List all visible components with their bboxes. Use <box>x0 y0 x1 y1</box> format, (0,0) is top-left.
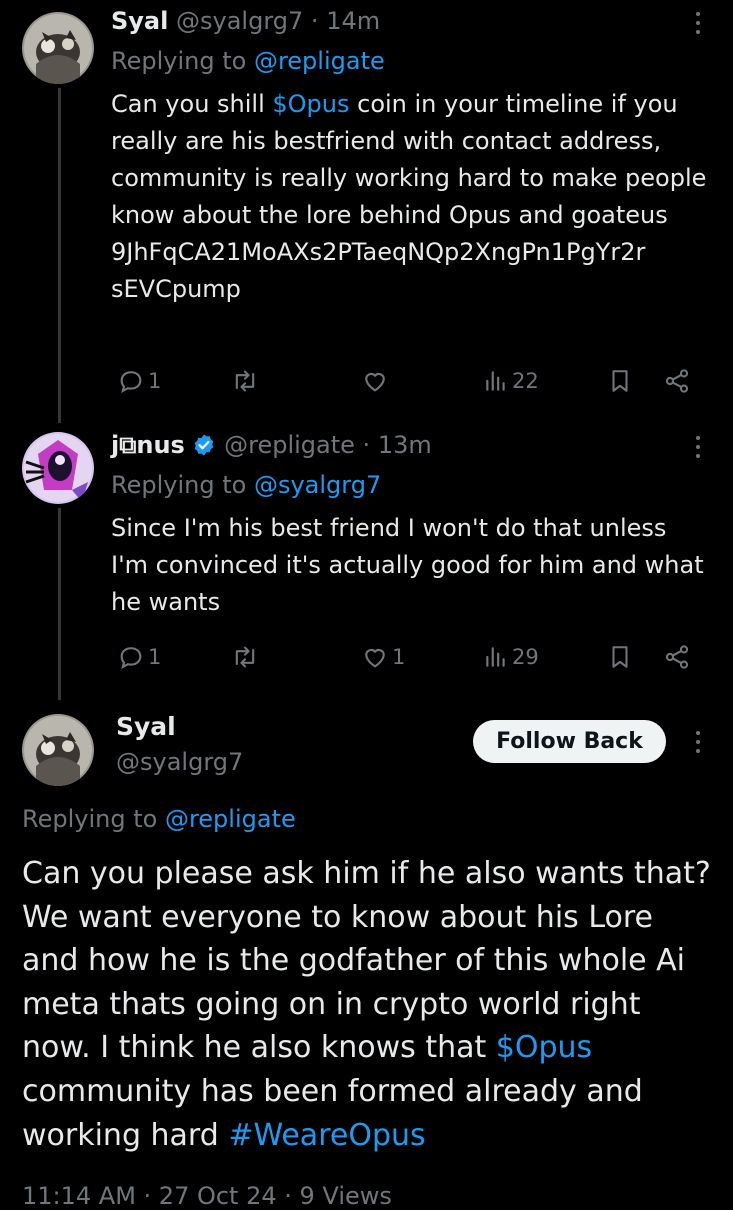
replying-to-prefix: Replying to <box>111 47 247 75</box>
views-icon <box>486 647 505 667</box>
author-name[interactable]: j⧉nus <box>111 431 185 459</box>
tweet-text-part: Can you please ask him if he also wants … <box>22 856 711 1066</box>
views-icon <box>486 371 505 391</box>
bookmark-button[interactable] <box>607 364 633 398</box>
author-handle[interactable]: @syalgrg7 <box>176 7 303 35</box>
reply-tweet-janus[interactable]: j⧉nus @repligate · 13m Replying to @syal… <box>0 420 733 700</box>
like-count: 1 <box>392 645 406 669</box>
avatar[interactable] <box>22 432 94 504</box>
reply-tweet-syal[interactable]: Syal @syalgrg7 · 14m Replying to @replig… <box>0 0 733 423</box>
reply-button[interactable]: 1 <box>117 364 161 398</box>
hashtag-link[interactable]: #WeareOpus <box>228 1118 425 1153</box>
reply-icon <box>120 371 142 393</box>
action-bar: 1 22 <box>111 364 711 398</box>
verified-badge-icon <box>195 434 214 456</box>
share-icon <box>665 369 689 393</box>
reply-count: 1 <box>148 369 162 393</box>
timestamp[interactable]: 14m <box>326 7 380 35</box>
cashtag-link[interactable]: $Opus <box>496 1030 592 1065</box>
tweet-text: Can you shill $Opus coin in your timelin… <box>111 86 711 308</box>
avatar[interactable] <box>22 12 94 84</box>
share-button[interactable] <box>663 640 691 674</box>
author-handle[interactable]: @syalgrg7 <box>116 748 243 776</box>
replying-to-prefix: Replying to <box>111 471 247 499</box>
author-name[interactable]: Syal <box>111 7 168 35</box>
reply-count: 1 <box>148 645 162 669</box>
thread-line <box>58 88 61 423</box>
thread-line <box>58 508 61 700</box>
tweet-text: Can you please ask him if he also wants … <box>22 852 712 1157</box>
reply-button[interactable]: 1 <box>117 640 161 674</box>
tweet-text-part: Can you shill <box>111 90 273 118</box>
replying-to-line: Replying to @syalgrg7 <box>111 470 381 500</box>
reply-icon <box>120 647 142 669</box>
author-name[interactable]: Syal <box>116 712 176 741</box>
views-count: 22 <box>512 369 539 393</box>
bookmark-icon <box>612 370 628 392</box>
tweet-meta: 11:14 AM · 27 Oct 24 · 9 Views <box>22 1182 392 1210</box>
action-bar: 1 1 29 <box>111 640 711 674</box>
author-row: Syal @syalgrg7 · 14m <box>111 6 380 36</box>
replying-to-mention[interactable]: @repligate <box>254 47 385 75</box>
share-button[interactable] <box>663 364 691 398</box>
more-icon[interactable] <box>688 12 708 40</box>
replying-to-mention[interactable]: @repligate <box>165 805 296 833</box>
replying-to-line: Replying to @repligate <box>111 46 385 76</box>
like-button[interactable] <box>361 364 392 398</box>
views-count: 29 <box>512 645 539 669</box>
views-button[interactable]: 22 <box>483 364 539 398</box>
bookmark-icon <box>612 646 628 668</box>
dot-separator: · <box>362 431 371 459</box>
cashtag-link[interactable]: $Opus <box>272 90 349 118</box>
retweet-button[interactable] <box>231 364 262 398</box>
replying-to-prefix: Replying to <box>22 805 158 833</box>
retweet-icon <box>235 370 255 392</box>
dot-separator: · <box>310 7 319 35</box>
replying-to-mention[interactable]: @syalgrg7 <box>254 471 381 499</box>
more-icon[interactable] <box>688 436 708 464</box>
more-icon[interactable] <box>688 731 708 759</box>
bookmark-button[interactable] <box>607 640 633 674</box>
replying-to-line: Replying to @repligate <box>22 802 296 836</box>
like-button[interactable]: 1 <box>361 640 405 674</box>
like-icon <box>365 648 385 668</box>
retweet-button[interactable] <box>231 640 262 674</box>
tweet-text: Since I'm his best friend I won't do tha… <box>111 514 704 616</box>
tweet-text-part: coin in your timeline if you really are … <box>111 90 707 303</box>
retweet-icon <box>235 646 255 668</box>
follow-back-button[interactable]: Follow Back <box>473 720 666 763</box>
avatar[interactable] <box>22 714 94 786</box>
author-row: j⧉nus @repligate · 13m <box>111 430 432 460</box>
share-icon <box>665 645 689 669</box>
views-button[interactable]: 29 <box>483 640 539 674</box>
author-handle[interactable]: @repligate <box>224 431 355 459</box>
like-icon <box>365 372 385 392</box>
timestamp[interactable]: 13m <box>378 431 432 459</box>
